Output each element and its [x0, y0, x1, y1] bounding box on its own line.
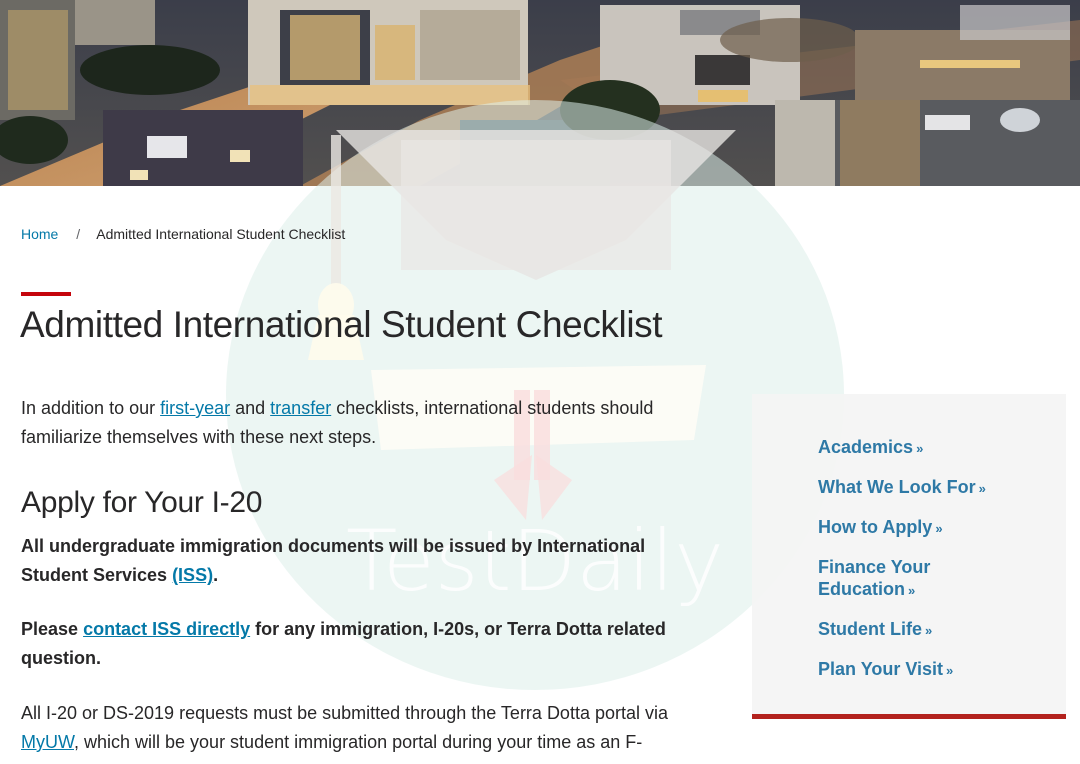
- sidebar-item-label: Plan Your Visit: [818, 659, 944, 679]
- sidebar-item-label: How to Apply: [818, 517, 933, 537]
- page-title: Admitted International Student Checklist: [20, 304, 663, 345]
- sidebar-item-student-life: Student Life»: [818, 618, 1018, 642]
- intro-paragraph: In addition to our first-year and transf…: [21, 394, 711, 452]
- intro-text-2: and: [230, 398, 271, 418]
- contact-text-1: Please: [21, 619, 84, 639]
- sidebar-item-plan-visit: Plan Your Visit»: [818, 658, 1018, 682]
- chevron-right-icon: »: [908, 583, 916, 598]
- title-accent-rule: [21, 292, 71, 296]
- terra-text-2: , which will be your student immigration…: [74, 732, 643, 752]
- campus-photo: [0, 0, 1080, 186]
- chevron-right-icon: »: [925, 623, 933, 638]
- sidebar-link-finance[interactable]: Finance Your Education»: [818, 557, 930, 599]
- transfer-link[interactable]: transfer: [270, 398, 331, 418]
- contact-paragraph: Please contact ISS directly for any immi…: [21, 615, 711, 673]
- sidebar-item-what-we-look-for: What We Look For»: [818, 476, 1018, 500]
- sidebar-item-label: Student Life: [818, 619, 922, 639]
- sidebar-item-academics: Academics»: [818, 436, 1018, 460]
- chevron-right-icon: »: [916, 441, 924, 456]
- first-year-link[interactable]: first-year: [160, 398, 230, 418]
- sidebar-list: Academics» What We Look For» How to Appl…: [818, 436, 1018, 698]
- sidebar-item-finance: Finance Your Education»: [818, 556, 958, 602]
- terra-text-1: All I-20 or DS-2019 requests must be sub…: [21, 703, 668, 723]
- chevron-right-icon: »: [978, 481, 986, 496]
- chevron-right-icon: »: [935, 521, 943, 536]
- breadcrumb-separator: /: [76, 226, 81, 242]
- sidebar-link-plan-visit[interactable]: Plan Your Visit»: [818, 659, 953, 679]
- intro-text-1: In addition to our: [21, 398, 161, 418]
- sidebar-item-how-to-apply: How to Apply»: [818, 516, 1018, 540]
- iss-text-2: .: [213, 565, 219, 585]
- contact-iss-link[interactable]: contact ISS directly: [83, 619, 250, 639]
- sidebar-item-label: What We Look For: [818, 477, 976, 497]
- sidebar-link-academics[interactable]: Academics»: [818, 437, 923, 457]
- iss-link[interactable]: (ISS): [172, 565, 213, 585]
- main-content: Home / Admitted International Student Ch…: [0, 186, 1080, 764]
- iss-text-1: All undergraduate immigration documents …: [21, 536, 646, 585]
- sidebar-nav: Academics» What We Look For» How to Appl…: [752, 394, 1066, 719]
- breadcrumb-current: Admitted International Student Checklist: [96, 226, 346, 242]
- sidebar-item-label: Academics: [818, 437, 914, 457]
- hero-image: [0, 0, 1080, 186]
- sidebar-link-what-we-look-for[interactable]: What We Look For»: [818, 477, 986, 497]
- terra-dotta-paragraph: All I-20 or DS-2019 requests must be sub…: [21, 699, 711, 757]
- chevron-right-icon: »: [946, 663, 954, 678]
- iss-paragraph: All undergraduate immigration documents …: [21, 532, 711, 590]
- sidebar-link-student-life[interactable]: Student Life»: [818, 619, 932, 639]
- breadcrumb: Home / Admitted International Student Ch…: [21, 226, 345, 242]
- myuw-link[interactable]: MyUW: [21, 732, 74, 752]
- sidebar-link-how-to-apply[interactable]: How to Apply»: [818, 517, 943, 537]
- section-title-apply-i20: Apply for Your I-20: [21, 486, 263, 519]
- breadcrumb-home-link[interactable]: Home: [21, 226, 58, 242]
